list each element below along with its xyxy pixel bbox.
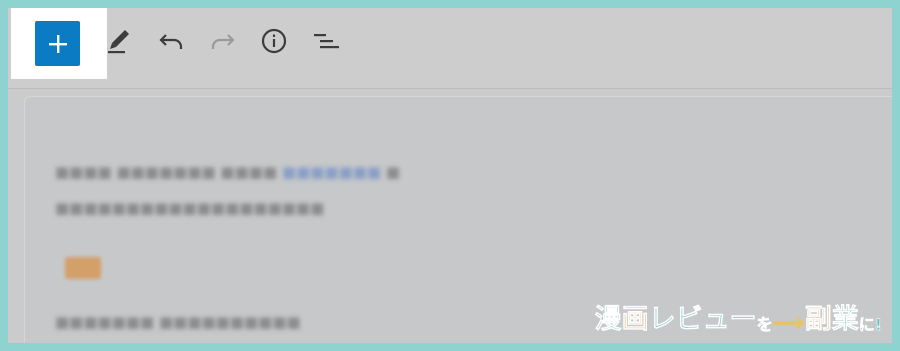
list-view-button[interactable]	[311, 26, 341, 56]
blurred-paragraph-line: ■■■■ ■■■■■■■ ■■■■ ■■■■■■■ ■	[55, 163, 401, 181]
list-view-icon	[314, 34, 339, 49]
details-button[interactable]	[259, 26, 289, 56]
logo-char: 漫	[594, 304, 622, 336]
logo-char: 副	[804, 304, 832, 336]
undo-button[interactable]	[156, 26, 186, 56]
editor-window: ■■■■ ■■■■■■■ ■■■■ ■■■■■■■ ■ ■■■■■■■■■■■■…	[8, 8, 892, 343]
logo-arrow	[772, 316, 805, 330]
blurred-paragraph-line: ■■■■■■■■■■■■■■■■■■■	[55, 199, 325, 217]
logo-text: レビュー	[648, 304, 757, 336]
watermark-logo: 漫 画 レビュー を 副 業 に!	[594, 301, 882, 337]
tools-button[interactable]	[104, 26, 134, 56]
undo-icon	[159, 34, 183, 49]
logo-char: 業	[831, 304, 859, 336]
plus-icon	[48, 34, 67, 53]
logo-particle: に!	[858, 315, 882, 335]
blurred-badge	[65, 257, 101, 279]
blurred-paragraph-line: ■■■■■■■ ■■■■■■■■■■	[55, 313, 301, 331]
redo-icon	[211, 34, 235, 49]
info-icon	[261, 28, 287, 54]
pencil-icon	[108, 30, 129, 54]
editor-toolbar	[8, 8, 892, 89]
add-block-button[interactable]	[35, 21, 80, 66]
redo-button[interactable]	[208, 26, 238, 56]
logo-char: 画	[621, 304, 649, 336]
logo-particle: を	[756, 315, 773, 335]
